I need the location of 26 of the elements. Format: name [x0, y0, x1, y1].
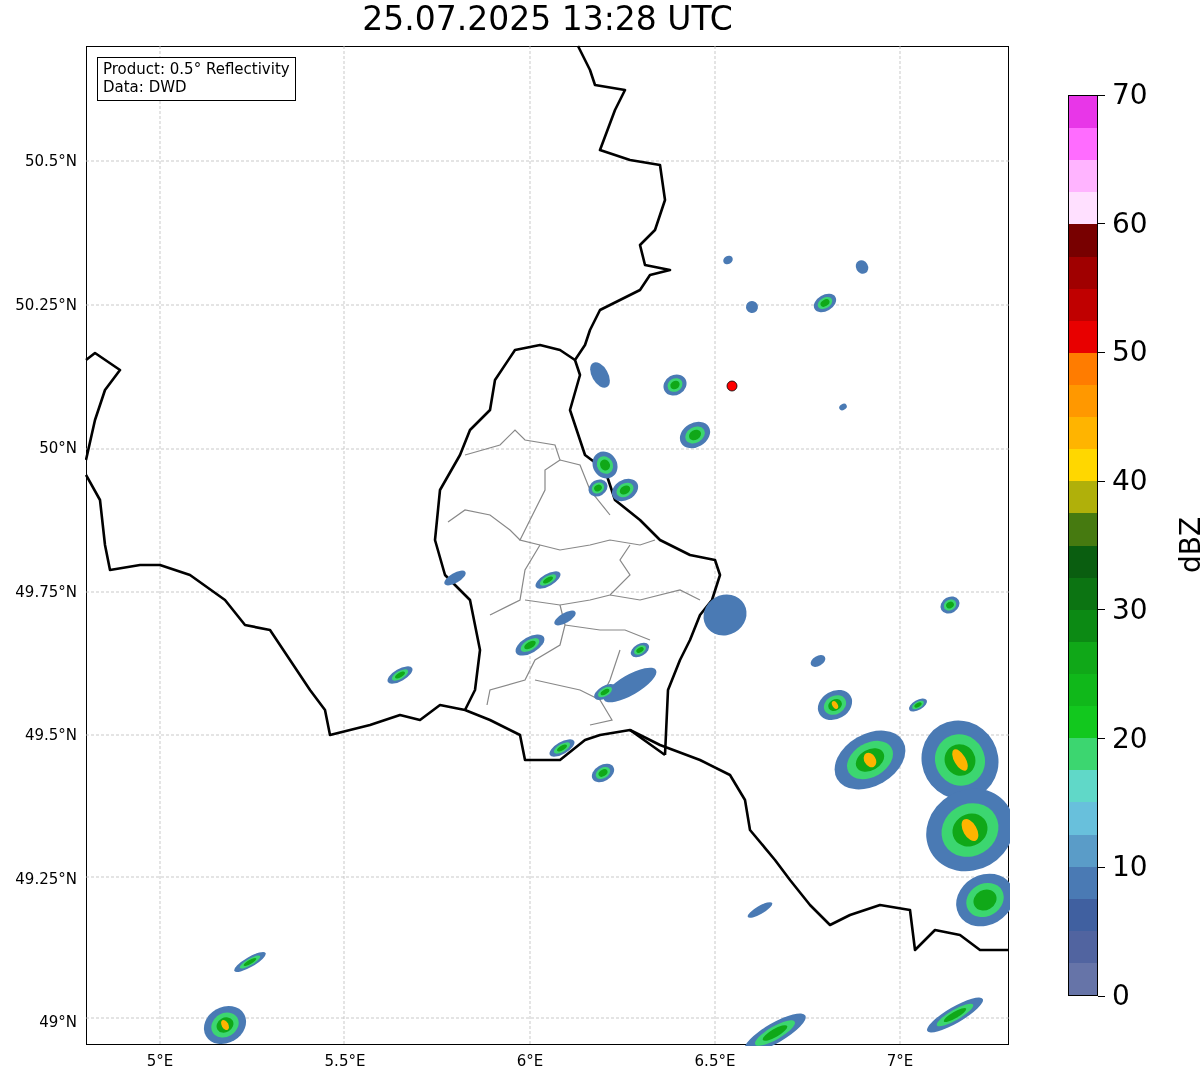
colorbar-label: 60	[1112, 208, 1148, 239]
axis-label: 6.5°E	[694, 1052, 736, 1070]
legend-text: Data: DWD	[103, 78, 188, 96]
axis-label: 50°N	[39, 439, 77, 457]
colorbar-label: 50	[1112, 337, 1148, 368]
axis-label: 49.5°N	[24, 726, 77, 744]
axis-label: 50.5°N	[24, 152, 77, 170]
axis-label: 49.75°N	[15, 582, 77, 601]
colorbar-label: 20	[1112, 723, 1148, 754]
radar-site-marker	[726, 380, 738, 392]
colorbar-label: 70	[1112, 80, 1148, 110]
colorbar-label: 30	[1112, 594, 1148, 625]
chart-title: 25.07.2025 13:28 UTC	[361, 0, 734, 40]
axis-label: 50.25°N	[15, 295, 77, 314]
colorbar-label: 40	[1112, 466, 1148, 497]
colorbar-label: 0	[1112, 981, 1130, 1011]
tick-mark	[1098, 995, 1105, 997]
axis-label: 6°E	[516, 1052, 544, 1070]
axis-label: 49°N	[39, 1013, 77, 1031]
axis-label: 49.25°N	[15, 869, 77, 888]
legend-text: Product: 0.5° Reflectivity	[103, 60, 290, 78]
colorbar-label: 10	[1112, 852, 1148, 883]
axis-label: 5.5°E	[324, 1052, 366, 1070]
axis-label: 7°E	[886, 1052, 914, 1070]
colorbar-title: dBZ	[1176, 516, 1202, 574]
axis-label: 5°E	[146, 1052, 174, 1070]
